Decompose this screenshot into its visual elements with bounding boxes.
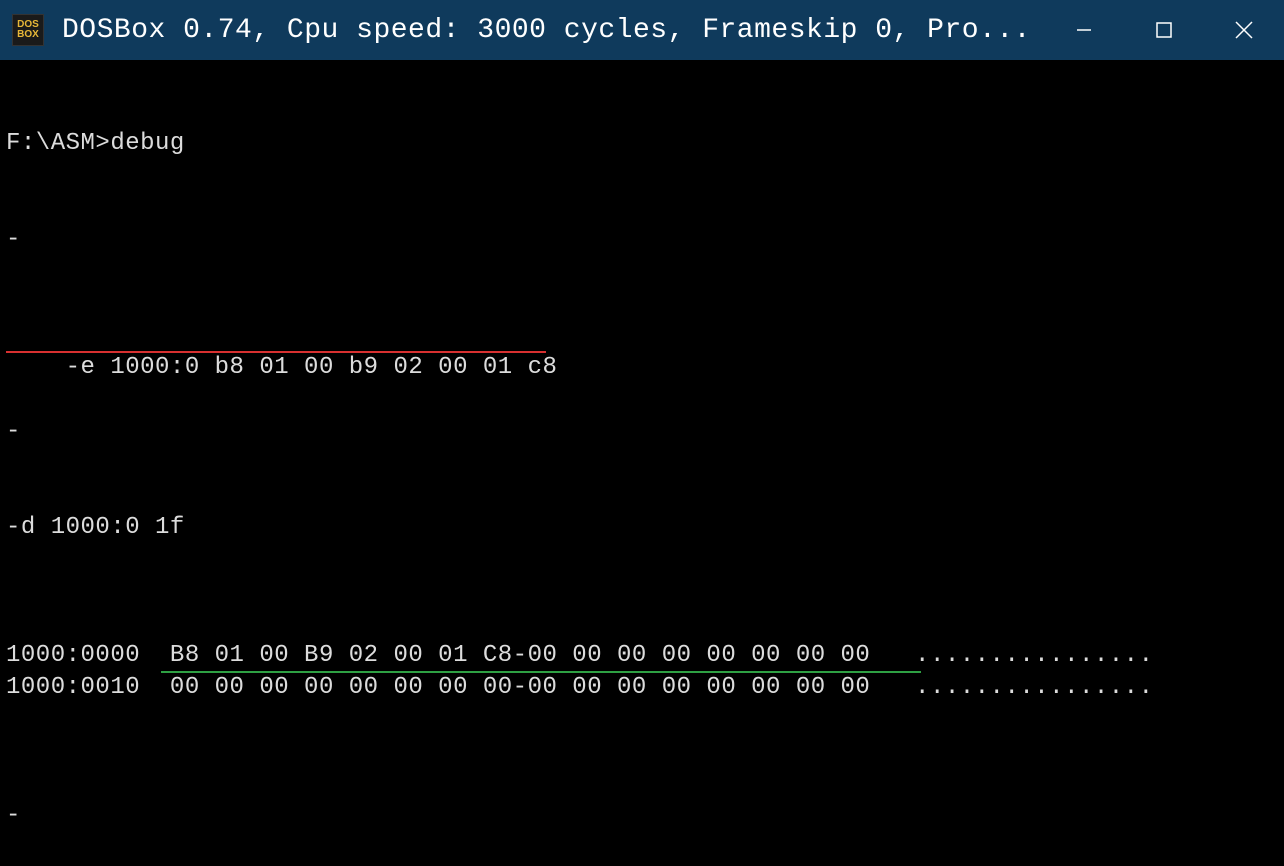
window-controls	[1044, 0, 1284, 60]
memory-dump-row: 1000:0010 00 00 00 00 00 00 00 00-00 00 …	[6, 672, 1278, 704]
d-command-line: -d 1000:0 1f	[6, 512, 1278, 544]
maximize-icon	[1155, 21, 1173, 39]
close-icon	[1233, 19, 1255, 41]
blank-line: -	[6, 800, 1278, 832]
dosbox-icon: DOS BOX	[12, 14, 44, 46]
prompt-line: F:\ASM>debug	[6, 128, 1278, 160]
minimize-button[interactable]	[1044, 0, 1124, 60]
terminal-output[interactable]: F:\ASM>debug - -e 1000:0 b8 01 00 b9 02 …	[0, 60, 1284, 866]
close-button[interactable]	[1204, 0, 1284, 60]
e-command-text: -e 1000:0 b8 01 00 b9 02 00 01 c8	[66, 354, 558, 381]
e-command-line: -e 1000:0 b8 01 00 b9 02 00 01 c8	[6, 320, 1278, 352]
blank-line: -	[6, 224, 1278, 256]
titlebar: DOS BOX DOSBox 0.74, Cpu speed: 3000 cyc…	[0, 0, 1284, 60]
red-underline	[6, 351, 546, 353]
icon-text-bottom: BOX	[17, 30, 39, 40]
maximize-button[interactable]	[1124, 0, 1204, 60]
minimize-icon	[1074, 20, 1094, 40]
memory-dump-row: 1000:0000 B8 01 00 B9 02 00 01 C8-00 00 …	[6, 640, 1278, 672]
blank-line: -	[6, 416, 1278, 448]
window-title: DOSBox 0.74, Cpu speed: 3000 cycles, Fra…	[62, 15, 1044, 46]
